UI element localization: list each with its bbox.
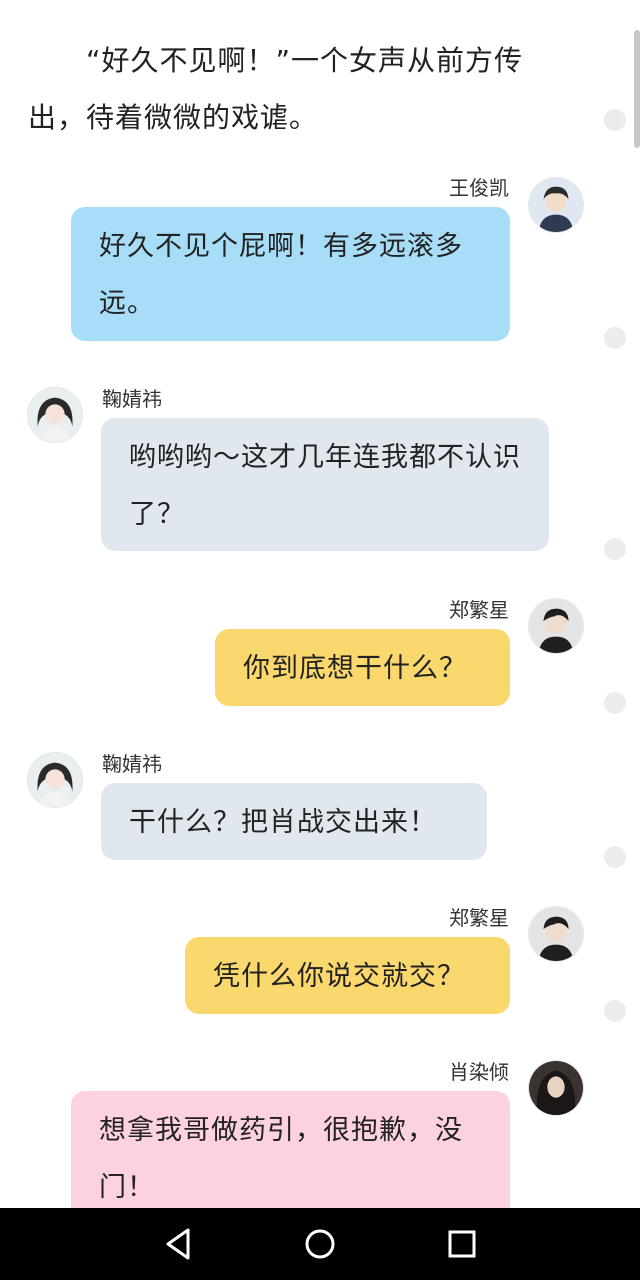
message-bubble[interactable]: 哟哟哟～这才几年连我都不认识了？: [101, 418, 549, 551]
scrollbar[interactable]: [634, 30, 640, 148]
message-bubble[interactable]: 好久不见个屁啊！有多远滚多远。: [71, 207, 510, 341]
paragraph-marker-dot[interactable]: [604, 538, 626, 560]
avatar-icon[interactable]: [528, 598, 584, 654]
speaker-name: 鞠婧祎: [102, 387, 162, 411]
back-triangle-icon[interactable]: [158, 1224, 198, 1264]
avatar-icon[interactable]: [27, 387, 83, 443]
speaker-name: 王俊凯: [449, 176, 509, 200]
recents-square-icon[interactable]: [442, 1224, 482, 1264]
message-bubble[interactable]: 凭什么你说交就交？: [185, 937, 510, 1014]
speaker-name: 鞠婧祎: [102, 752, 162, 776]
paragraph-marker-dot[interactable]: [604, 327, 626, 349]
paragraph-marker-dot[interactable]: [604, 846, 626, 868]
narration-text: “好久不见啊！”一个女声从前方传出，待着微微的戏谑。: [28, 32, 568, 146]
message-bubble[interactable]: 你到底想干什么？: [215, 629, 510, 706]
narration-content: “好久不见啊！”一个女声从前方传出，待着微微的戏谑。: [28, 44, 524, 134]
message-bubble[interactable]: 干什么？把肖战交出来！: [101, 783, 487, 860]
avatar-icon[interactable]: [27, 752, 83, 808]
navigation-bar: [0, 1208, 640, 1280]
home-circle-icon[interactable]: [300, 1224, 340, 1264]
paragraph-marker-dot[interactable]: [604, 109, 626, 131]
paragraph-marker-dot[interactable]: [604, 692, 626, 714]
avatar-icon[interactable]: [528, 906, 584, 962]
paragraph-marker-dot[interactable]: [604, 1000, 626, 1022]
speaker-name: 肖染倾: [449, 1060, 509, 1084]
speaker-name: 郑繁星: [449, 906, 509, 930]
avatar-icon[interactable]: [528, 1060, 584, 1116]
avatar-icon[interactable]: [528, 177, 584, 233]
speaker-name: 郑繁星: [449, 598, 509, 622]
